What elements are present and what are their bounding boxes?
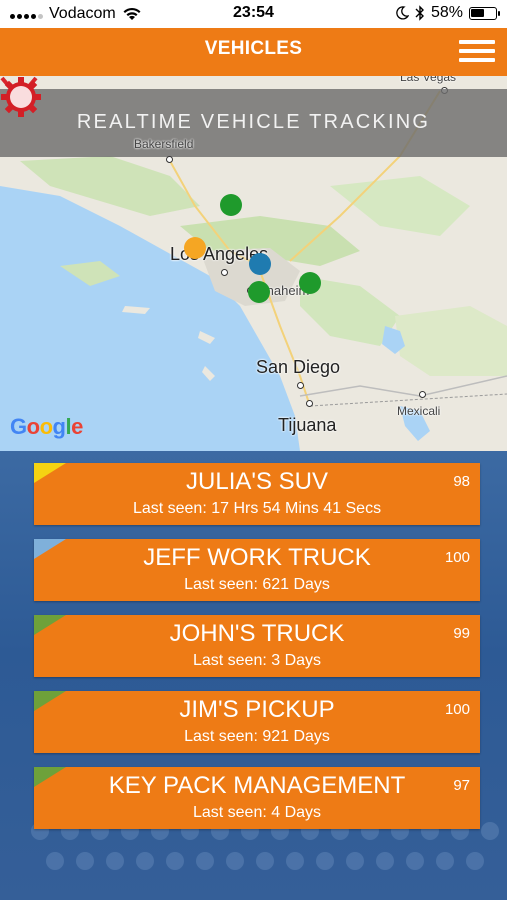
page-title: VEHICLES [204,38,303,59]
vehicle-last-seen: Last seen: 4 Days [192,804,322,821]
status-bar: Vodacom 23:54 58% [0,0,507,28]
map-banner-title: REALTIME VEHICLE TRACKING [76,111,431,133]
map-banner: REALTIME VEHICLE TRACKING [0,89,507,157]
place-bakersfield: Bakersfield [134,137,194,151]
vehicle-last-seen: Last seen: 17 Hrs 54 Mins 41 Secs [132,500,382,517]
vehicle-last-seen: Last seen: 921 Days [184,728,330,745]
vehicle-score: 97 [453,777,470,794]
vehicle-card-key-pack-management[interactable]: KEY PACK MANAGEMENT Last seen: 4 Days 97 [34,767,480,829]
vehicle-marker-green[interactable] [248,281,270,303]
app-header: VEHICLES [0,28,507,76]
vehicle-card-jims-pickup[interactable]: JIM'S PICKUP Last seen: 921 Days 100 [34,691,480,753]
google-logo-letter: e [71,414,83,439]
place-dot [221,269,228,276]
hamburger-menu-button[interactable] [459,40,495,64]
place-dot [297,382,304,389]
battery-icon [469,6,500,20]
place-dot [166,156,173,163]
vehicle-name: JULIA'S SUV [186,468,328,495]
bluetooth-icon [415,5,424,21]
vehicle-card-jeff-work-truck[interactable]: JEFF WORK TRUCK Last seen: 621 Days 100 [34,539,480,601]
menu-icon-bar [459,49,495,53]
google-logo-letter: g [52,414,66,439]
place-mexicali: Mexicali [397,404,441,418]
vehicle-marker-green[interactable] [299,272,321,294]
vehicle-name: JOHN'S TRUCK [169,620,345,647]
vehicle-name: JEFF WORK TRUCK [143,544,371,571]
google-logo-letter: G [10,414,27,439]
vehicle-card-johns-truck[interactable]: JOHN'S TRUCK Last seen: 3 Days 99 [34,615,480,677]
moon-icon [396,6,409,20]
status-right: 58% [395,4,500,22]
battery-percent: 58% [430,4,463,21]
vehicle-marker-green[interactable] [220,194,242,216]
google-logo-letter: o [39,414,53,439]
vehicle-last-seen: Last seen: 3 Days [192,652,322,669]
place-san-diego: San Diego [256,357,341,377]
place-las-vegas: Las Vegas [400,76,457,84]
place-dot [419,391,426,398]
vehicle-score: 100 [444,549,470,566]
place-dot [306,400,313,407]
google-logo-letter: o [26,414,40,439]
place-tijuana: Tijuana [278,415,337,435]
vehicle-list: JULIA'S SUV Last seen: 17 Hrs 54 Mins 41… [0,451,507,900]
vehicle-name: JIM'S PICKUP [179,696,335,723]
vehicle-name: KEY PACK MANAGEMENT [108,772,406,799]
google-logo: Google [10,414,83,440]
menu-icon-bar [459,40,495,44]
vehicle-score: 100 [444,701,470,718]
vehicle-score: 98 [453,473,470,490]
vehicle-marker-blue[interactable] [249,253,271,275]
vehicle-last-seen: Last seen: 621 Days [184,576,330,593]
gear-icon[interactable] [0,76,42,118]
vehicle-marker-orange[interactable] [184,237,206,259]
menu-icon-bar [459,58,495,62]
vehicle-map[interactable]: Las Vegas REALTIME VEHICLE TRACKING Bake… [0,76,507,451]
vehicle-card-julias-suv[interactable]: JULIA'S SUV Last seen: 17 Hrs 54 Mins 41… [34,463,480,525]
vehicle-score: 99 [453,625,470,642]
